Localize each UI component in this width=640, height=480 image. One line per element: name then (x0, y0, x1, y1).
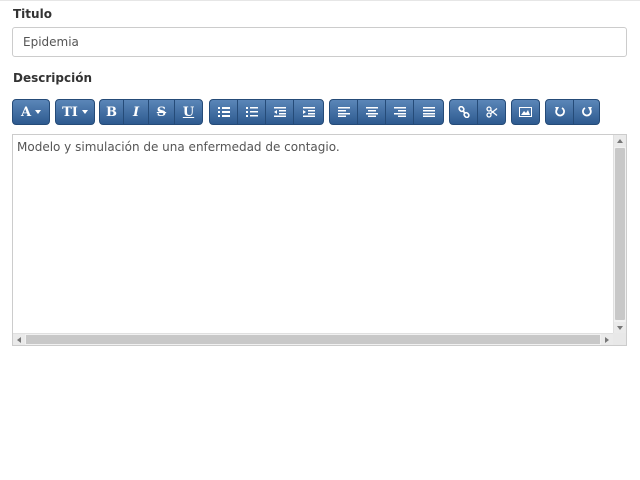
numbered-list-button[interactable] (237, 99, 266, 125)
outdent-icon (273, 107, 286, 117)
bold-button[interactable]: B (99, 99, 124, 125)
scroll-right-icon[interactable] (601, 334, 613, 345)
vertical-scrollbar[interactable] (613, 135, 626, 334)
title-input[interactable] (12, 27, 627, 57)
image-button[interactable] (511, 99, 540, 125)
title-label: Titulo (13, 7, 52, 21)
justify-icon (422, 107, 435, 117)
description-text[interactable]: Modelo y simulación de una enfermedad de… (17, 140, 340, 154)
chevron-down-icon (81, 110, 88, 114)
font-size-button[interactable]: TI (55, 99, 95, 125)
font-icon: A (20, 104, 32, 120)
redo-icon (581, 107, 592, 117)
align-left-button[interactable] (329, 99, 358, 125)
align-right-button[interactable] (385, 99, 414, 125)
strikethrough-button[interactable]: S (148, 99, 175, 125)
indent-icon (302, 107, 315, 117)
link-icon (457, 106, 470, 118)
image-icon (519, 107, 532, 117)
scroll-left-icon[interactable] (13, 334, 25, 345)
redo-button[interactable] (573, 99, 600, 125)
numbered-list-icon (245, 107, 258, 117)
unlink-button[interactable] (477, 99, 506, 125)
chevron-down-icon (35, 110, 42, 114)
description-label: Descripción (13, 71, 92, 85)
align-left-icon (337, 107, 350, 117)
underline-icon: U (182, 104, 195, 120)
scroll-up-icon[interactable] (614, 135, 626, 147)
align-center-button[interactable] (357, 99, 386, 125)
link-button[interactable] (449, 99, 478, 125)
align-right-icon (393, 107, 406, 117)
indent-button[interactable] (293, 99, 324, 125)
bold-icon: B (106, 104, 117, 120)
horizontal-scrollbar[interactable] (13, 333, 613, 345)
strikethrough-icon: S (156, 104, 167, 120)
outdent-button[interactable] (265, 99, 294, 125)
italic-icon: I (132, 104, 140, 120)
unlink-icon (485, 106, 497, 118)
font-button[interactable]: A (12, 99, 50, 125)
align-center-icon (365, 107, 378, 117)
vertical-scroll-thumb[interactable] (615, 148, 625, 320)
underline-button[interactable]: U (174, 99, 203, 125)
scrollbar-corner (613, 333, 626, 345)
font-size-icon: TI (62, 104, 78, 120)
undo-button[interactable] (545, 99, 574, 125)
italic-button[interactable]: I (123, 99, 149, 125)
justify-button[interactable] (413, 99, 444, 125)
description-editor[interactable]: Modelo y simulación de una enfermedad de… (12, 134, 627, 346)
horizontal-scroll-thumb[interactable] (26, 335, 600, 344)
bulleted-list-button[interactable] (209, 99, 238, 125)
top-divider (0, 0, 640, 1)
bulleted-list-icon (217, 107, 230, 117)
undo-icon (554, 107, 565, 117)
